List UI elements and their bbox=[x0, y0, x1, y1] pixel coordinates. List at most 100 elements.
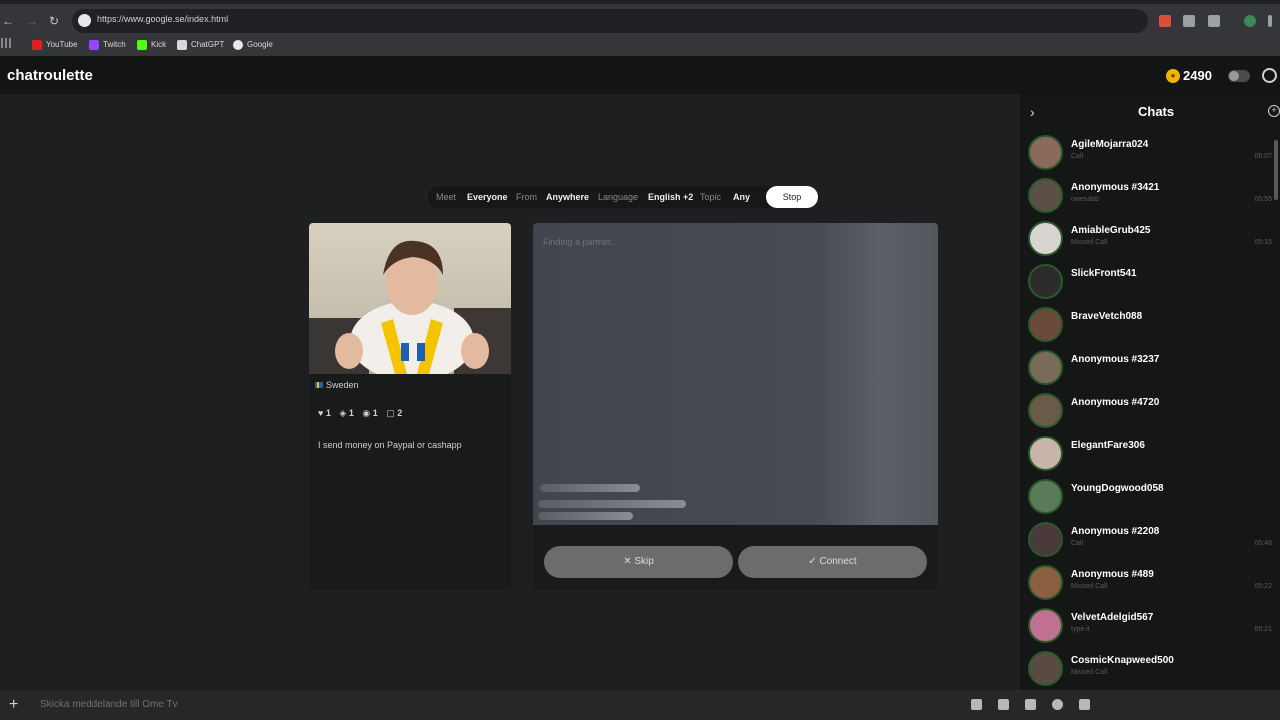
bookmark-twitch[interactable]: Twitch bbox=[89, 38, 126, 52]
chat-subtitle: Missed Call bbox=[1071, 583, 1108, 590]
avatar bbox=[1028, 651, 1063, 686]
card-icon[interactable] bbox=[998, 699, 1009, 710]
country-label: Sweden bbox=[315, 380, 359, 390]
chat-subtitle: Call bbox=[1071, 153, 1084, 160]
x-icon: ✕ bbox=[623, 556, 635, 567]
user-bio: I send money on Paypal or cashapp bbox=[318, 440, 462, 450]
user-icon[interactable] bbox=[1262, 68, 1277, 83]
youtube-icon bbox=[32, 40, 42, 50]
stat-chat: ▢ 2 bbox=[386, 408, 403, 418]
chat-list-item[interactable]: BraveVetch088 bbox=[1028, 305, 1278, 345]
reload-icon[interactable]: ↻ bbox=[46, 13, 62, 29]
chat-list-item[interactable]: CosmicKnapweed500 Missed Call bbox=[1028, 649, 1278, 689]
apps-icon[interactable] bbox=[1079, 699, 1090, 710]
extension-icon[interactable] bbox=[1159, 15, 1171, 27]
plus-icon[interactable]: + bbox=[9, 696, 18, 714]
message-input[interactable]: Skicka meddelande till Ome Tv bbox=[40, 699, 178, 710]
chat-list-item[interactable]: AmiableGrub425 Missed Call 05:15 bbox=[1028, 219, 1278, 259]
avatar bbox=[1028, 264, 1063, 299]
bookmark-kick[interactable]: Kick bbox=[137, 38, 166, 52]
sweden-flag-icon bbox=[315, 382, 323, 388]
chat-time: 05:22 bbox=[1254, 583, 1272, 590]
topic-label: Topic bbox=[700, 192, 722, 202]
topic-value[interactable]: Any bbox=[733, 192, 750, 202]
chat-name: Anonymous #489 bbox=[1071, 569, 1154, 580]
chat-name: AgileMojarra024 bbox=[1071, 139, 1149, 150]
chat-time: 06:07 bbox=[1254, 153, 1272, 160]
address-bar[interactable]: https://www.google.se/index.html bbox=[72, 9, 1148, 33]
emoji-icon[interactable] bbox=[1052, 699, 1063, 710]
chat-name: AmiableGrub425 bbox=[1071, 225, 1151, 236]
chat-name: Anonymous #3237 bbox=[1071, 354, 1160, 365]
avatar bbox=[1028, 135, 1063, 170]
toggle-knob bbox=[1229, 71, 1239, 81]
language-value[interactable]: English +2 bbox=[648, 192, 693, 202]
chatgpt-icon bbox=[177, 40, 187, 50]
chat-name: Anonymous #3421 bbox=[1071, 182, 1160, 193]
chat-name: ElegantFare306 bbox=[1071, 440, 1145, 451]
chat-subtitle: Missed Call bbox=[1071, 239, 1108, 246]
google-icon bbox=[233, 40, 243, 50]
chevron-right-icon[interactable]: › bbox=[1030, 104, 1035, 120]
filter-bar: Meet Everyone From Anywhere Language Eng… bbox=[428, 186, 818, 208]
chat-name: YoungDogwood058 bbox=[1071, 483, 1164, 494]
chat-list-item[interactable]: SlickFront541 bbox=[1028, 262, 1278, 302]
chat-name: BraveVetch088 bbox=[1071, 311, 1143, 322]
webcam-image bbox=[309, 240, 511, 374]
bookmark-youtube[interactable]: YouTube bbox=[32, 38, 77, 52]
stat-shield: ◈ 1 bbox=[339, 408, 354, 418]
chat-list-item[interactable]: Anonymous #4720 bbox=[1028, 391, 1278, 431]
coin-icon: ● bbox=[1166, 69, 1180, 83]
chat-name: Anonymous #4720 bbox=[1071, 397, 1160, 408]
chat-list-item[interactable]: Anonymous #3421 owesabb 05:55 bbox=[1028, 176, 1278, 216]
menu-icon[interactable] bbox=[1268, 15, 1272, 27]
kick-icon bbox=[137, 40, 147, 50]
chat-subtitle: owesabb bbox=[1071, 196, 1100, 203]
avatar bbox=[1028, 350, 1063, 385]
gif-icon[interactable] bbox=[1025, 699, 1036, 710]
stat-likes: ♥ 1 bbox=[318, 408, 331, 418]
chats-title: Chats bbox=[1138, 104, 1175, 119]
from-value[interactable]: Anywhere bbox=[546, 192, 589, 202]
stop-button[interactable]: Stop bbox=[766, 186, 818, 208]
bookmark-chatgpt[interactable]: ChatGPT bbox=[177, 38, 224, 52]
bookmark-google[interactable]: Google bbox=[233, 38, 273, 52]
chat-list-item[interactable]: Anonymous #489 Missed Call 05:22 bbox=[1028, 563, 1278, 603]
stat-eye: ◉ 1 bbox=[362, 408, 378, 418]
brand-logo[interactable]: chatroulette bbox=[7, 67, 93, 84]
coin-count[interactable]: 2490 bbox=[1183, 68, 1212, 83]
chat-name: SlickFront541 bbox=[1071, 268, 1137, 279]
check-icon: ✓ bbox=[808, 556, 820, 567]
from-label: From bbox=[516, 192, 537, 202]
loading-skeleton bbox=[538, 512, 633, 520]
apps-icon[interactable] bbox=[1, 38, 11, 48]
skip-button[interactable]: ✕ Skip bbox=[544, 546, 733, 578]
chat-list-item[interactable]: VelvetAdelgid567 type it 05:21 bbox=[1028, 606, 1278, 646]
language-label: Language bbox=[598, 192, 639, 202]
chat-time: 05:48 bbox=[1254, 540, 1272, 547]
partner-video: Finding a partner... bbox=[533, 223, 938, 525]
avatar bbox=[1028, 522, 1063, 557]
avatar bbox=[1028, 565, 1063, 600]
puzzle-icon[interactable] bbox=[1208, 15, 1220, 27]
chat-list-item[interactable]: Anonymous #2208 Call 05:48 bbox=[1028, 520, 1278, 560]
profile-avatar[interactable] bbox=[1244, 15, 1256, 27]
back-icon[interactable]: ← bbox=[0, 13, 16, 29]
chat-list-item[interactable]: Anonymous #3237 bbox=[1028, 348, 1278, 388]
meet-value[interactable]: Everyone bbox=[467, 192, 508, 202]
extension-icon[interactable] bbox=[1183, 15, 1195, 27]
finding-partner-text: Finding a partner... bbox=[543, 237, 619, 247]
gift-icon[interactable] bbox=[971, 699, 982, 710]
chat-list-item[interactable]: ElegantFare306 bbox=[1028, 434, 1278, 474]
loading-skeleton bbox=[538, 500, 686, 508]
theme-toggle[interactable] bbox=[1228, 70, 1250, 82]
connect-button[interactable]: ✓ Connect bbox=[738, 546, 927, 578]
chat-list-item[interactable]: YoungDogwood058 bbox=[1028, 477, 1278, 517]
avatar bbox=[1028, 307, 1063, 342]
chat-subtitle: type it bbox=[1071, 626, 1090, 633]
chat-list-item[interactable]: AgileMojarra024 Call 06:07 bbox=[1028, 133, 1278, 173]
partner-card: Finding a partner... ✕ Skip ✓ Connect bbox=[533, 223, 938, 590]
plus-circle-icon[interactable]: + bbox=[1268, 105, 1280, 117]
forward-icon[interactable]: → bbox=[24, 13, 40, 29]
chat-subtitle: Call bbox=[1071, 540, 1084, 547]
